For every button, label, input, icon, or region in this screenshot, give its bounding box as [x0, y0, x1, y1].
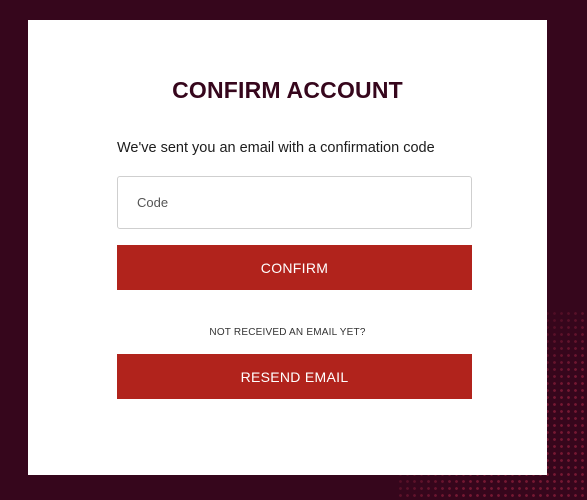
confirm-button[interactable]: CONFIRM [117, 245, 472, 290]
confirmation-code-input[interactable] [117, 176, 472, 229]
page-title: CONFIRM ACCOUNT [172, 77, 403, 103]
resend-email-button[interactable]: RESEND EMAIL [117, 354, 472, 399]
confirmation-message: We've sent you an email with a confirmat… [117, 140, 435, 156]
resend-prompt: NOT RECEIVED AN EMAIL YET? [209, 327, 366, 338]
confirm-account-card: CONFIRM ACCOUNT We've sent you an email … [28, 20, 547, 475]
